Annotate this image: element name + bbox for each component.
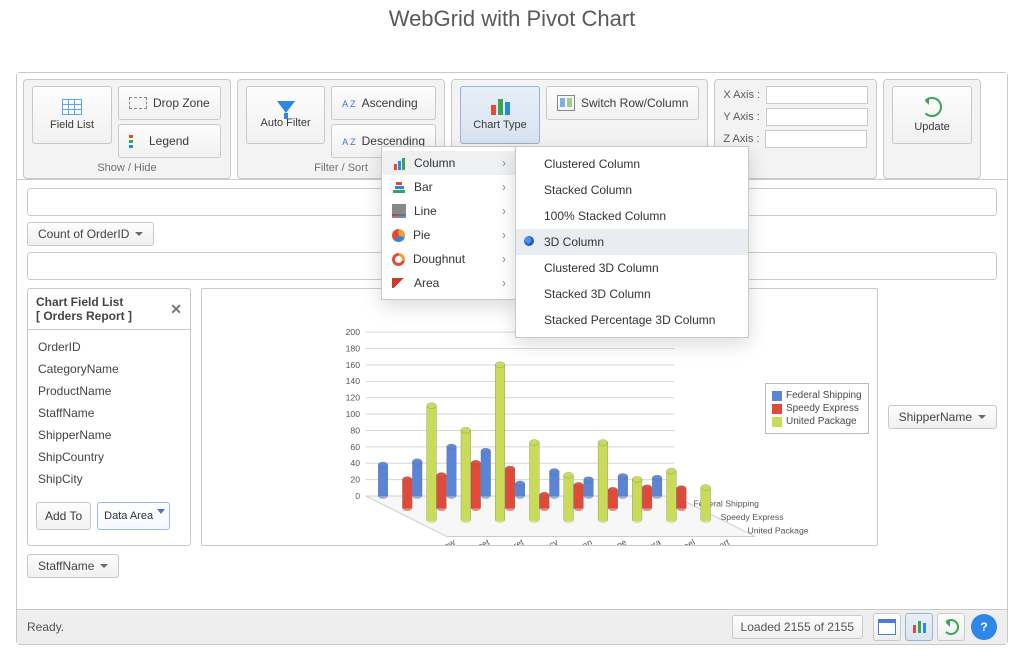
refresh-icon bbox=[943, 619, 959, 635]
sort-asc-icon bbox=[342, 96, 356, 110]
y-axis-label: Y Axis : bbox=[723, 111, 759, 123]
chart-type-button[interactable]: Chart Type bbox=[460, 86, 540, 144]
measure-chip[interactable]: Count of OrderID bbox=[27, 222, 154, 246]
chevron-down-icon bbox=[135, 232, 143, 236]
group-label-showhide: Show / Hide bbox=[32, 158, 222, 176]
field-item[interactable]: StaffName bbox=[38, 402, 180, 424]
submenu-item[interactable]: Clustered Column bbox=[516, 151, 748, 177]
legend-icon bbox=[129, 135, 143, 148]
legend-button[interactable]: Legend bbox=[118, 124, 221, 158]
switch-row-col-button[interactable]: Switch Row/Column bbox=[546, 86, 699, 120]
field-item[interactable]: ShipperName bbox=[38, 424, 180, 446]
chart-type-menu[interactable]: Column›Bar›Line›Pie›Doughnut›Area› bbox=[381, 146, 517, 300]
chevron-down-icon bbox=[100, 564, 108, 568]
funnel-icon bbox=[277, 101, 295, 113]
legend-item: United Package bbox=[772, 416, 862, 427]
legend-item: Speedy Express bbox=[772, 403, 862, 414]
svg-text:Andrew: Andrew bbox=[426, 537, 457, 545]
dropzone-icon bbox=[129, 97, 147, 109]
svg-text:Speedy Express: Speedy Express bbox=[720, 512, 784, 522]
menu-item-area[interactable]: Area› bbox=[382, 271, 516, 295]
drop-zone-button[interactable]: Drop Zone bbox=[118, 86, 221, 120]
svg-text:60: 60 bbox=[350, 442, 360, 452]
sort-asc-button[interactable]: Ascending bbox=[331, 86, 436, 120]
svg-text:140: 140 bbox=[346, 376, 361, 386]
chart-subtype-menu[interactable]: Clustered ColumnStacked Column100% Stack… bbox=[515, 146, 749, 338]
svg-text:0: 0 bbox=[355, 491, 360, 501]
submenu-item[interactable]: Clustered 3D Column bbox=[516, 255, 748, 281]
status-bar: Ready. Loaded 2155 of 2155 ? bbox=[17, 609, 1007, 644]
submenu-item[interactable]: Stacked 3D Column bbox=[516, 281, 748, 307]
menu-item-doughnut[interactable]: Doughnut› bbox=[382, 247, 516, 271]
menu-item-line[interactable]: Line› bbox=[382, 199, 516, 223]
row-field-chip[interactable]: StaffName bbox=[27, 554, 119, 578]
svg-text:120: 120 bbox=[346, 393, 361, 403]
submenu-item[interactable]: Stacked Percentage 3D Column bbox=[516, 307, 748, 333]
x-axis-label: X Axis : bbox=[723, 89, 760, 101]
svg-text:Steven: Steven bbox=[565, 537, 594, 545]
field-item[interactable]: OrderID bbox=[38, 336, 180, 358]
grid-icon bbox=[62, 99, 82, 115]
auto-filter-button[interactable]: Auto Filter bbox=[246, 86, 325, 144]
submenu-item[interactable]: 100% Stacked Column bbox=[516, 203, 748, 229]
z-axis-label: Z Axis : bbox=[723, 133, 759, 145]
svg-text:Janet: Janet bbox=[468, 537, 492, 545]
field-list-button[interactable]: Field List bbox=[32, 86, 112, 144]
field-list-panel: Chart Field List [ Orders Report ] ✕ Ord… bbox=[27, 288, 191, 546]
field-list-title: Chart Field List bbox=[36, 295, 132, 309]
field-list-subtitle: [ Orders Report ] bbox=[36, 309, 132, 323]
z-axis-input[interactable] bbox=[765, 130, 867, 148]
submenu-item[interactable]: Stacked Column bbox=[516, 177, 748, 203]
menu-item-pie[interactable]: Pie› bbox=[382, 223, 516, 247]
svg-text:Michael: Michael bbox=[666, 537, 697, 545]
menu-item-column[interactable]: Column› bbox=[382, 151, 516, 175]
sort-desc-icon bbox=[342, 134, 356, 148]
column-field-chip[interactable]: ShipperName bbox=[888, 405, 997, 429]
svg-text:Anne: Anne bbox=[606, 537, 629, 545]
status-text: Ready. bbox=[27, 620, 732, 634]
svg-text:200: 200 bbox=[346, 327, 361, 337]
y-axis-input[interactable] bbox=[766, 108, 868, 126]
svg-text:160: 160 bbox=[346, 360, 361, 370]
submenu-item[interactable]: 3D Column bbox=[516, 229, 748, 255]
chart-icon bbox=[913, 621, 926, 633]
field-item[interactable]: CategoryName bbox=[38, 358, 180, 380]
svg-text:180: 180 bbox=[346, 343, 361, 353]
menu-item-bar[interactable]: Bar› bbox=[382, 175, 516, 199]
svg-text:40: 40 bbox=[350, 458, 360, 468]
update-button[interactable]: Update bbox=[892, 86, 972, 144]
add-to-button[interactable]: Add To bbox=[36, 502, 91, 530]
svg-text:Nancy: Nancy bbox=[533, 537, 560, 545]
refresh-button[interactable] bbox=[937, 613, 965, 641]
svg-text:80: 80 bbox=[350, 425, 360, 435]
table-icon bbox=[878, 619, 896, 635]
refresh-icon bbox=[922, 97, 942, 117]
chart-legend: Federal Shipping Speedy Express United Pac… bbox=[765, 383, 869, 434]
help-button[interactable]: ? bbox=[971, 614, 997, 640]
field-item[interactable]: ShipCountry bbox=[38, 446, 180, 468]
field-item[interactable]: ShipCity bbox=[38, 468, 180, 490]
swap-icon bbox=[557, 95, 575, 111]
svg-text:Laura: Laura bbox=[638, 537, 662, 545]
bars-icon bbox=[491, 99, 510, 115]
close-field-list-button[interactable]: ✕ bbox=[170, 301, 182, 318]
svg-text:Robert: Robert bbox=[703, 537, 731, 545]
svg-text:20: 20 bbox=[350, 475, 360, 485]
table-view-button[interactable] bbox=[873, 613, 901, 641]
x-axis-input[interactable] bbox=[766, 86, 868, 104]
area-select[interactable]: Data Area bbox=[97, 502, 170, 530]
svg-text:Margaret: Margaret bbox=[490, 537, 526, 545]
svg-text:100: 100 bbox=[346, 409, 361, 419]
chevron-down-icon bbox=[978, 415, 986, 419]
svg-text:United Package: United Package bbox=[747, 526, 808, 536]
field-item[interactable]: ProductName bbox=[38, 380, 180, 402]
legend-item: Federal Shipping bbox=[772, 390, 862, 401]
chart-view-button[interactable] bbox=[905, 613, 933, 641]
loaded-count: Loaded 2155 of 2155 bbox=[732, 615, 863, 639]
page-title: WebGrid with Pivot Chart bbox=[0, 0, 1024, 46]
